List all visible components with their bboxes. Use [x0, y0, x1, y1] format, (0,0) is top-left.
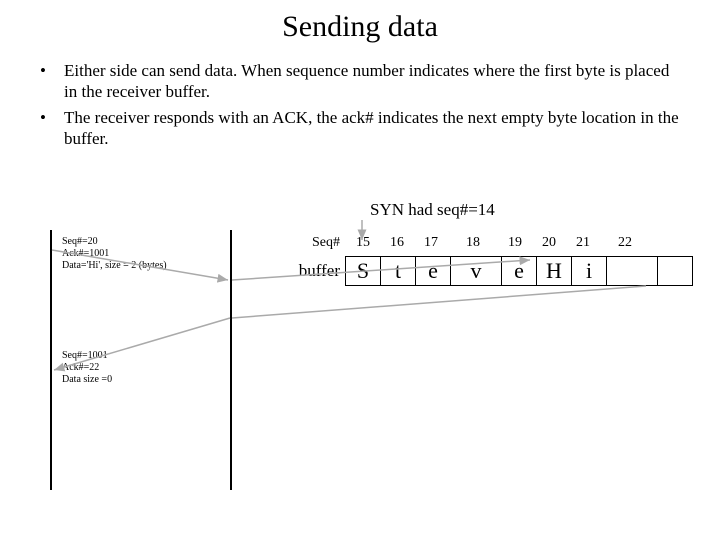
arrow-overlay: [50, 230, 700, 490]
bullet-dot-icon: •: [40, 60, 64, 103]
bullet-text: The receiver responds with an ACK, the a…: [64, 107, 680, 150]
bullet-item: • The receiver responds with an ACK, the…: [40, 107, 680, 150]
arrow-from-buffer-icon: [232, 286, 646, 318]
syn-note: SYN had seq#=14: [370, 200, 495, 220]
arrow-ack-icon: [54, 318, 230, 370]
slide-title: Sending data: [0, 10, 720, 44]
slide: Sending data • Either side can send data…: [0, 0, 720, 540]
bullet-text: Either side can send data. When sequence…: [64, 60, 680, 103]
bullet-dot-icon: •: [40, 107, 64, 150]
arrow-to-buffer-icon: [232, 260, 530, 280]
arrow-data-icon: [52, 250, 228, 280]
bullet-item: • Either side can send data. When sequen…: [40, 60, 680, 103]
bullet-list: • Either side can send data. When sequen…: [40, 60, 680, 153]
